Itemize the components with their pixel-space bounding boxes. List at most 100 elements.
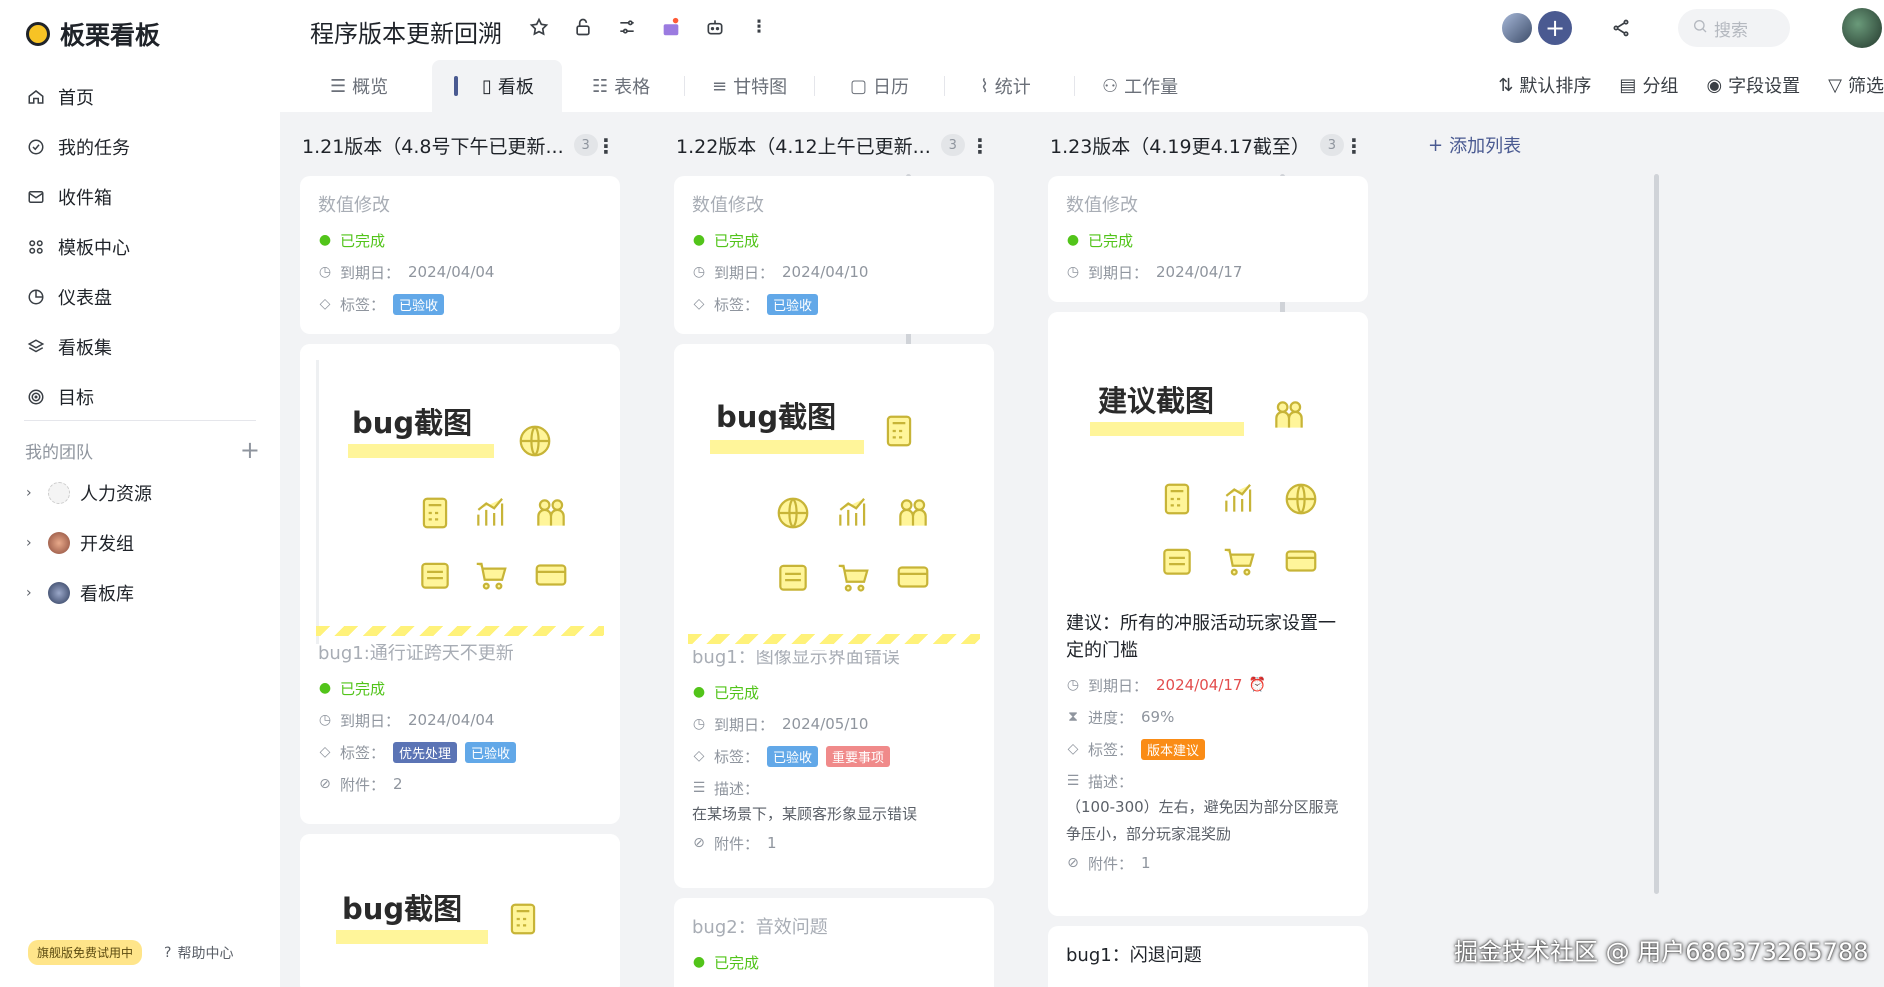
trial-badge[interactable]: 旗舰版免费试用中 (28, 940, 143, 965)
nav-label: 首页 (58, 88, 94, 109)
search-input[interactable]: 搜索 (1678, 9, 1790, 47)
task-card[interactable]: 数值修改 ● 已完成 ◷ 到期日： 2024/04/17 (1048, 176, 1368, 302)
team-item-dev[interactable]: › 开发组 (26, 518, 256, 568)
chart-icon: ⌇ (980, 75, 989, 97)
tab-separator (944, 76, 945, 96)
cart-icon (838, 564, 869, 592)
tag-badge: 已验收 (767, 293, 819, 315)
column-header[interactable]: 1.23版本（4.19更4.17截至） 3 ⋮ (1028, 112, 1364, 178)
nav-home[interactable]: 首页 (24, 72, 256, 122)
nav-goals[interactable]: 目标 (24, 372, 256, 422)
add-team-icon[interactable]: + (240, 436, 260, 464)
check-circle-icon: ● (318, 232, 332, 248)
due-label: 到期日： (340, 711, 401, 730)
tab-board[interactable]: ▯ 看板 (432, 60, 562, 112)
card-body: bug1:通行证跨天不更新 ● 已完成 ◷ 到期日： 2024/04/04 ◇ 标签： 优… (300, 640, 620, 795)
more-vertical-icon[interactable]: ⋮ (746, 14, 772, 40)
globe-icon (519, 425, 551, 457)
column-more-icon[interactable]: ⋮ (1344, 134, 1364, 158)
chevron-right-icon[interactable]: › (26, 485, 38, 501)
nav-my-tasks[interactable]: 我的任务 (24, 122, 256, 172)
chevron-right-icon[interactable]: › (26, 535, 38, 551)
nav-inbox[interactable]: 收件箱 (24, 172, 256, 222)
nav-board-sets[interactable]: 看板集 (24, 322, 256, 372)
title-tools: ⋮ (526, 14, 772, 40)
team-item-hr[interactable]: › 人力资源 (26, 468, 256, 518)
current-user-avatar[interactable] (1842, 8, 1882, 48)
main-nav: 首页 我的任务 收件箱 模板中心 仪表盘 看板集 目标 (24, 72, 256, 422)
status-label: 已完成 (340, 231, 386, 250)
task-card[interactable]: 数值修改 ● 已完成 ◷ 到期日： 2024/04/04 ◇ 标签： 已验收 (300, 176, 620, 334)
hazard-stripe (688, 634, 980, 644)
layers-icon (26, 337, 46, 357)
chevron-right-icon[interactable]: › (26, 585, 38, 601)
lock-icon[interactable] (570, 14, 596, 40)
due-row: ◷ 到期日： 2024/04/10 (692, 261, 976, 283)
field-settings-button[interactable]: ◉ 字段设置 (1706, 72, 1800, 98)
alarm-icon[interactable]: ⏰ (1249, 677, 1266, 693)
gift-icon[interactable] (658, 14, 684, 40)
image-highlight (1090, 422, 1244, 436)
tag-icon: ◇ (693, 748, 705, 764)
column-header[interactable]: 1.22版本（4.12上午已更新... 3 ⋮ (654, 112, 990, 178)
card-icon (535, 564, 567, 586)
tab-overview[interactable]: ☰ 概览 (330, 60, 388, 112)
tab-workload[interactable]: ⚇ 工作量 (1102, 60, 1178, 112)
add-list-label: 添加列表 (1449, 136, 1522, 157)
group-button[interactable]: ▤ 分组 (1619, 72, 1678, 98)
cart-icon (1224, 548, 1255, 576)
share-icon[interactable] (1604, 11, 1638, 45)
add-member-icon[interactable]: + (1538, 11, 1572, 45)
clock-icon: ◷ (318, 264, 332, 280)
tab-stats[interactable]: ⌇ 统计 (980, 60, 1031, 112)
fields-label: 字段设置 (1728, 76, 1801, 97)
tag-label: 标签： (340, 743, 386, 762)
sort-button[interactable]: ⇅ 默认排序 (1498, 72, 1591, 98)
attach-count: 2 (393, 775, 403, 793)
team-item-board-library[interactable]: › 看板库 (26, 568, 256, 618)
calculator-icon (422, 497, 448, 529)
tab-calendar[interactable]: ▢ 日历 (850, 60, 909, 112)
clock-icon: ◷ (1066, 264, 1080, 280)
tab-table[interactable]: ☷ 表格 (592, 60, 650, 112)
attach-label: 附件： (340, 775, 386, 794)
clock-icon: ◷ (1066, 677, 1080, 693)
column-scrollbar[interactable] (1654, 174, 1659, 894)
robot-icon[interactable] (702, 14, 728, 40)
tag-icon: ◇ (319, 296, 331, 312)
nav-templates[interactable]: 模板中心 (24, 222, 256, 272)
nav-dashboard[interactable]: 仪表盘 (24, 272, 256, 322)
people-icon (537, 499, 565, 526)
due-label: 到期日： (1088, 263, 1149, 282)
sort-label: 默认排序 (1519, 76, 1592, 97)
task-card[interactable]: bug截图 bug1：图像显示界面错误 ● 已完成 ◷ 到期日： 2024/05/10… (674, 344, 994, 888)
column-header[interactable]: 1.21版本（4.8号下午已更新... 3 ⋮ (280, 112, 616, 178)
task-card[interactable]: 建议截图 建议：所有的冲服活动玩家设置一定的门槛 ◷ 到期日： 2024/04/17… (1048, 312, 1368, 916)
task-card[interactable]: bug1：闪退问题 (1048, 926, 1368, 987)
filter-button[interactable]: ▽ 筛选 (1828, 72, 1884, 98)
task-card[interactable]: bug截图 bug1:通行证跨天不更新 ● 已完成 ◷ 到期日： 2024/04/04… (300, 344, 620, 824)
task-card[interactable]: 数值修改 ● 已完成 ◷ 到期日： 2024/04/10 ◇ 标签： 已验收 (674, 176, 994, 334)
tab-label: 日历 (873, 77, 910, 98)
column-more-icon[interactable]: ⋮ (970, 134, 990, 158)
settings-sliders-icon[interactable] (614, 14, 640, 40)
search-placeholder: 搜索 (1714, 20, 1748, 41)
star-icon[interactable] (526, 14, 552, 40)
add-list-button[interactable]: + 添加列表 (1428, 132, 1521, 158)
member-avatar[interactable] (1500, 11, 1534, 45)
card-title: bug2：音效问题 (692, 917, 828, 938)
column-more-icon[interactable]: ⋮ (596, 134, 616, 158)
globe-icon (777, 497, 809, 529)
help-center-link[interactable]: ? 帮助中心 (164, 943, 233, 963)
board-title[interactable]: 程序版本更新回溯 (310, 14, 502, 49)
tab-gantt[interactable]: ≡ 甘特图 (712, 60, 787, 112)
check-circle-icon: ● (318, 680, 332, 696)
progress-row: ⧗ 进度： 69% (1066, 706, 1350, 728)
attach-count: 1 (1141, 854, 1151, 872)
app-logo[interactable]: 板栗看板 (26, 16, 160, 52)
tab-separator (684, 76, 685, 96)
tab-label: 统计 (994, 77, 1031, 98)
task-card[interactable]: bug截图 (300, 834, 620, 987)
task-card[interactable]: bug2：音效问题 ● 已完成 (674, 898, 994, 987)
team-label: 看板库 (80, 584, 134, 605)
